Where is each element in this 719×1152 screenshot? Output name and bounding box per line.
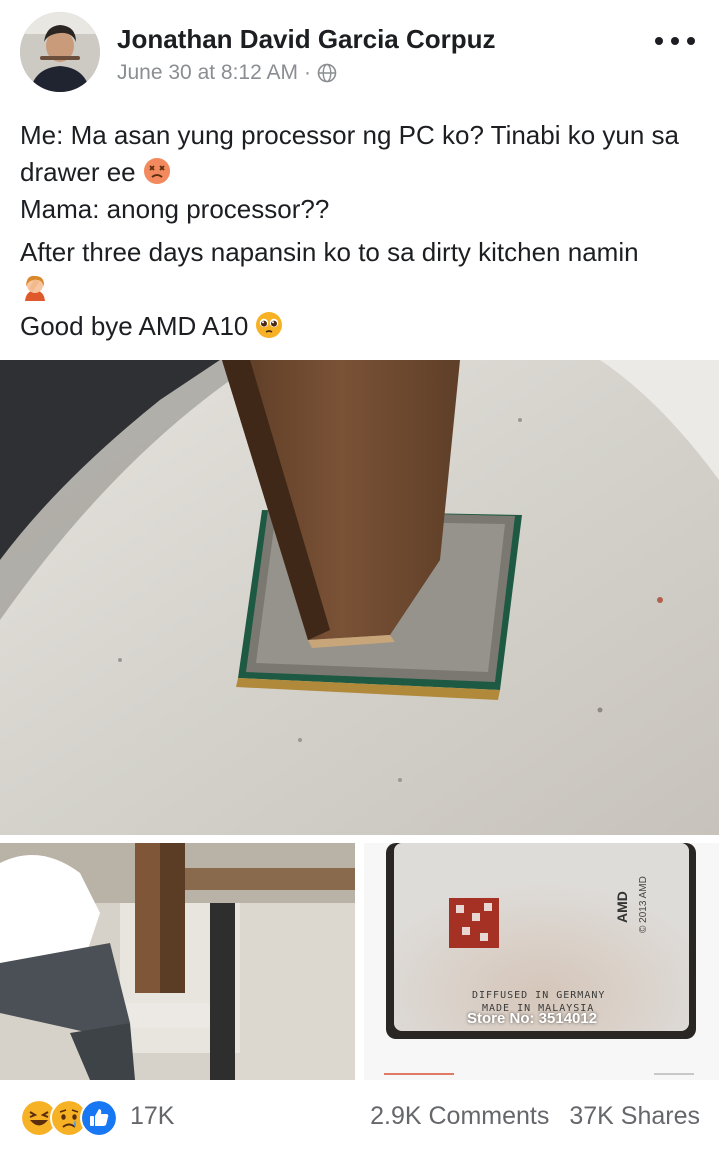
facepalm-woman-icon bbox=[25, 275, 45, 301]
post-text: Me: Ma asan yung processor ng PC ko? Tin… bbox=[20, 117, 700, 345]
reaction-count[interactable]: 17K bbox=[130, 1102, 174, 1131]
reaction-icons[interactable] bbox=[20, 1099, 118, 1137]
pleading-face-icon bbox=[256, 312, 283, 338]
more-dot bbox=[655, 37, 663, 45]
left-photo[interactable] bbox=[0, 843, 355, 1080]
avatar[interactable] bbox=[20, 12, 100, 92]
post-line-3-text: After three days napansin ko to sa dirty… bbox=[20, 237, 639, 267]
chip-brand: AMD bbox=[614, 891, 630, 923]
post-timestamp[interactable]: June 30 at 8:12 AM bbox=[117, 61, 298, 85]
globe-icon bbox=[317, 63, 337, 83]
post-line-4: Good bye AMD A10 bbox=[20, 308, 700, 345]
table-leg-on-stool-photo bbox=[0, 843, 355, 1080]
cpu-under-table-leg-photo bbox=[0, 360, 719, 835]
author-name[interactable]: Jonathan David Garcia Corpuz bbox=[117, 24, 496, 55]
main-photo[interactable] bbox=[0, 360, 719, 835]
more-dot bbox=[671, 37, 679, 45]
post-line-2: Mama: anong processor?? bbox=[20, 194, 330, 224]
post-line-1: Me: Ma asan yung processor ng PC ko? Tin… bbox=[20, 117, 700, 191]
meta-separator: · bbox=[303, 61, 311, 84]
amd-chip-closeup-photo bbox=[364, 843, 719, 1080]
shares-count[interactable]: 37K Shares bbox=[569, 1102, 700, 1131]
post-header: Jonathan David Garcia Corpuz June 30 at … bbox=[0, 0, 719, 105]
post-meta: June 30 at 8:12 AM · bbox=[117, 61, 337, 85]
post-line-1-text: Me: Ma asan yung processor ng PC ko? Tin… bbox=[20, 120, 680, 187]
post-line-3: After three days napansin ko to sa dirty… bbox=[20, 234, 700, 308]
chip-year: © 2013 AMD bbox=[638, 876, 649, 933]
like-reaction-icon bbox=[80, 1099, 118, 1137]
store-label: Store No: 3514012 bbox=[467, 1010, 598, 1027]
post-footer: 17K 2.9K Comments 37K Shares bbox=[0, 1085, 719, 1152]
more-options-icon[interactable] bbox=[655, 26, 695, 56]
more-dot bbox=[687, 37, 695, 45]
chip-print-line1: DIFFUSED IN GERMANY bbox=[472, 990, 606, 1001]
dizzy-face-icon bbox=[143, 158, 170, 184]
right-photo[interactable]: DIFFUSED IN GERMANY MADE IN MALAYSIA AMD… bbox=[364, 843, 719, 1080]
comments-count[interactable]: 2.9K Comments bbox=[370, 1102, 549, 1131]
post-line-4-text: Good bye AMD A10 bbox=[20, 311, 249, 341]
engagement-stats: 2.9K Comments 37K Shares bbox=[370, 1102, 700, 1131]
